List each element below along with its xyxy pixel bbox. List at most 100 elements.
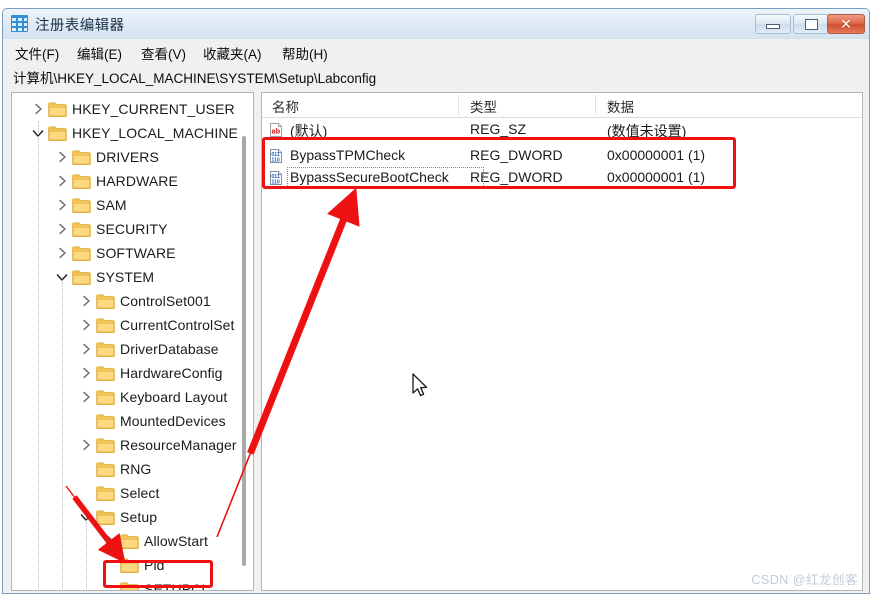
menu-e[interactable]: 编辑(E) (75, 43, 124, 63)
folder-icon (120, 533, 139, 549)
tree-item-label: RNG (120, 461, 152, 477)
tree-item-label: MountedDevices (120, 413, 226, 429)
registry-path: 计算机\HKEY_LOCAL_MACHINE\SYSTEM\Setup\Labc… (13, 71, 377, 86)
registry-editor-window: 注册表编辑器 ✕ 文件(F) 编辑(E) 查看(V) 收藏夹(A) 帮助(H) 计算机\… (2, 8, 870, 594)
chevron-right-icon[interactable] (102, 529, 118, 553)
tree-item-setup[interactable]: Setup (12, 505, 235, 529)
menu-f[interactable]: 文件(F) (13, 43, 61, 63)
chevron-right-icon[interactable] (54, 169, 70, 193)
chevron-right-icon[interactable] (78, 337, 94, 361)
svg-text:110: 110 (271, 179, 279, 185)
close-button[interactable]: ✕ (827, 14, 865, 34)
tree-item-select[interactable]: Select (12, 481, 235, 505)
dword-value-icon: 011 110 (268, 170, 284, 186)
tree-item-hkey-current-user[interactable]: HKEY_CURRENT_USER (12, 97, 235, 121)
column-divider[interactable] (595, 95, 596, 115)
folder-icon (96, 341, 115, 357)
table-row[interactable]: 011 110 BypassTPMCheck REG_DWORD 0x00000001 … (262, 145, 862, 167)
tree-item-label: SECURITY (96, 221, 168, 237)
tree-item-software[interactable]: SOFTWARE (12, 241, 235, 265)
column-header-type[interactable]: 类型 (470, 96, 497, 116)
chevron-right-icon[interactable] (54, 145, 70, 169)
tree-item-hkey-local-machine[interactable]: HKEY_LOCAL_MACHINE (12, 121, 238, 145)
tree-item-label: Pid (144, 557, 165, 573)
maximize-button[interactable] (793, 14, 829, 34)
chevron-right-icon[interactable] (78, 313, 94, 337)
address-bar[interactable]: 计算机\HKEY_LOCAL_MACHINE\SYSTEM\Setup\Labc… (3, 64, 869, 89)
column-header-data[interactable]: 数据 (607, 96, 634, 116)
tree-item-label: ResourceManager (120, 437, 237, 453)
folder-icon (96, 461, 115, 477)
folder-icon (120, 557, 139, 573)
tree-guide-line (86, 517, 87, 590)
table-row[interactable]: 011 110 BypassSecureBootCheck REG_DWORD 0x00… (262, 167, 862, 189)
dword-value-icon: 011 110 (268, 148, 284, 164)
tree-item-security[interactable]: SECURITY (12, 217, 235, 241)
folder-icon (72, 173, 91, 189)
menu-v[interactable]: 查看(V) (139, 43, 188, 63)
svg-text:110: 110 (271, 157, 279, 163)
tree-item-currentcontrolset[interactable]: CurrentControlSet (12, 313, 235, 337)
tree-item-setupcl[interactable]: SETUPCL (12, 577, 235, 590)
chevron-right-icon[interactable] (78, 361, 94, 385)
tree-item-pid[interactable]: Pid (12, 553, 235, 577)
tree-item-label: SAM (96, 197, 127, 213)
tree-item-label: Select (120, 485, 160, 501)
folder-icon (72, 245, 91, 261)
tree-scrollbar-thumb[interactable] (242, 136, 246, 566)
tree-item-mounteddevices[interactable]: MountedDevices (12, 409, 235, 433)
registry-tree[interactable]: HKEY_CURRENT_USER HKEY_LOCAL_MACHINE DRIVE… (11, 92, 254, 591)
tree-guide-line (62, 277, 63, 590)
tree-item-label: DRIVERS (96, 149, 159, 165)
menu-h[interactable]: 帮助(H) (280, 43, 330, 63)
folder-icon (72, 149, 91, 165)
tree-item-label: SOFTWARE (96, 245, 176, 261)
column-divider[interactable] (458, 95, 459, 115)
tree-item-sam[interactable]: SAM (12, 193, 235, 217)
folder-icon (72, 269, 91, 285)
registry-values-list[interactable]: 名称 类型 数据 ab (默认) REG_SZ (数值未设置) 011 110 BypassTP… (261, 92, 863, 591)
close-icon: ✕ (840, 16, 852, 32)
value-name: BypassTPMCheck (290, 147, 406, 163)
folder-icon (72, 221, 91, 237)
tree-item-keyboard-layout[interactable]: Keyboard Layout (12, 385, 235, 409)
folder-icon (96, 293, 115, 309)
tree-item-drivers[interactable]: DRIVERS (12, 145, 235, 169)
column-header-name[interactable]: 名称 (272, 96, 299, 116)
folder-icon (96, 389, 115, 405)
minimize-button[interactable] (755, 14, 791, 34)
tree-item-controlset001[interactable]: ControlSet001 (12, 289, 235, 313)
tree-item-resourcemanager[interactable]: ResourceManager (12, 433, 237, 457)
list-column-headers: 名称 类型 数据 (262, 93, 862, 118)
tree-item-system[interactable]: SYSTEM (12, 265, 235, 289)
folder-icon (72, 197, 91, 213)
value-data: 0x00000001 (1) (607, 147, 706, 163)
chevron-right-icon[interactable] (78, 385, 94, 409)
title-bar[interactable]: 注册表编辑器 ✕ (3, 9, 869, 39)
window-title: 注册表编辑器 (35, 18, 125, 34)
chevron-right-icon[interactable] (78, 433, 94, 457)
tree-scrollbar[interactable] (237, 94, 252, 589)
menu-a[interactable]: 收藏夹(A) (201, 43, 264, 63)
tree-item-allowstart[interactable]: AllowStart (12, 529, 235, 553)
chevron-right-icon[interactable] (54, 241, 70, 265)
chevron-right-icon[interactable] (54, 193, 70, 217)
tree-item-hardwareconfig[interactable]: HardwareConfig (12, 361, 235, 385)
value-type: REG_DWORD (470, 147, 563, 163)
value-type: REG_DWORD (470, 169, 563, 185)
tree-item-rng[interactable]: RNG (12, 457, 235, 481)
chevron-right-icon[interactable] (30, 97, 46, 121)
tree-item-label: AllowStart (144, 533, 209, 549)
tree-item-label: ControlSet001 (120, 293, 211, 309)
folder-icon (96, 437, 115, 453)
chevron-right-icon[interactable] (78, 289, 94, 313)
table-row[interactable]: ab (默认) REG_SZ (数值未设置) (262, 119, 862, 141)
tree-item-driverdatabase[interactable]: DriverDatabase (12, 337, 235, 361)
tree-item-label: Setup (120, 509, 158, 525)
chevron-right-icon[interactable] (54, 217, 70, 241)
tree-item-label: HardwareConfig (120, 365, 223, 381)
minimize-icon (756, 15, 790, 33)
folder-icon (120, 581, 139, 590)
folder-icon (96, 485, 115, 501)
tree-item-hardware[interactable]: HARDWARE (12, 169, 235, 193)
